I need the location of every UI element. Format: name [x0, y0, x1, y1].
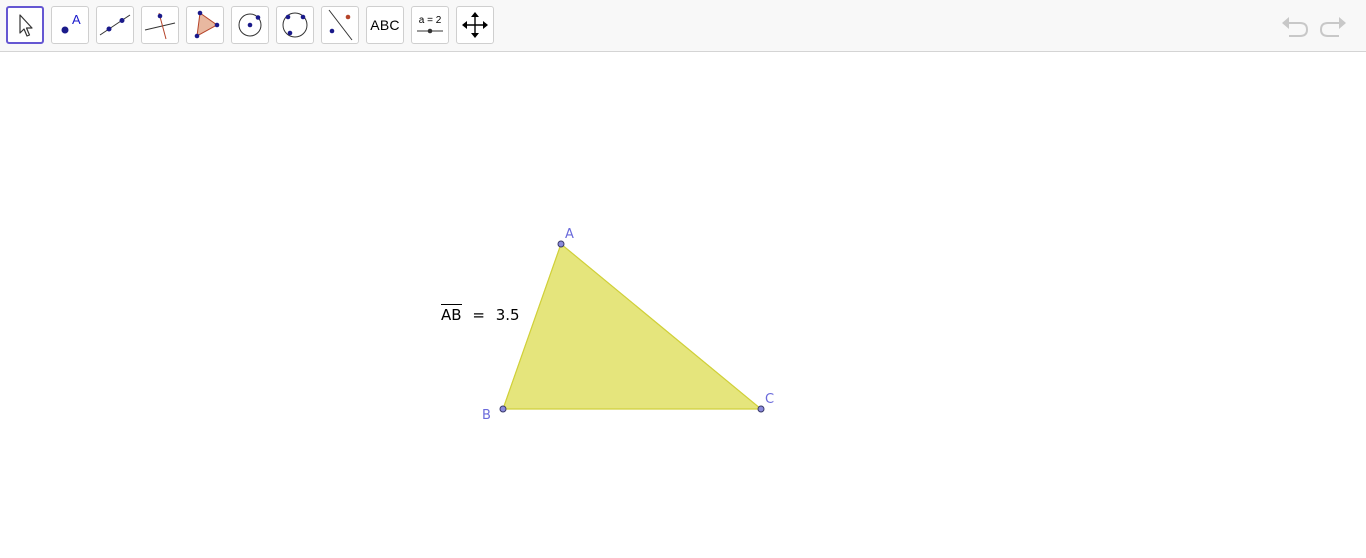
- toolbar: A ABC a = 2: [0, 0, 1366, 52]
- point-c[interactable]: [757, 405, 765, 413]
- triangle-polygon[interactable]: [502, 242, 763, 410]
- undo-icon: [1282, 17, 1309, 37]
- move-graphics-view-icon: [462, 12, 488, 38]
- reflect-tool-button[interactable]: [321, 6, 359, 44]
- graphics-view[interactable]: A B C: [0, 53, 1366, 558]
- segment-name: AB: [441, 304, 462, 324]
- slider-tool-button[interactable]: a = 2: [411, 6, 449, 44]
- segment-length-text[interactable]: AB = 3.5: [441, 304, 520, 324]
- perpendicular-line-icon: [144, 12, 176, 40]
- segment-length-value: 3.5: [495, 306, 520, 324]
- point-icon: A: [61, 12, 81, 34]
- circle-three-points-tool-button[interactable]: [276, 6, 314, 44]
- redo-button[interactable]: [1318, 12, 1348, 40]
- point-a[interactable]: [557, 240, 565, 248]
- point-b[interactable]: [499, 405, 507, 413]
- point-c-label: C: [765, 392, 774, 407]
- line-tool-button[interactable]: [96, 6, 134, 44]
- point-a-label: A: [565, 227, 574, 242]
- slider-tool-label: a = 2: [419, 15, 442, 26]
- undo-button[interactable]: [1280, 12, 1310, 40]
- move-tool-button[interactable]: [6, 6, 44, 44]
- point-tool-button[interactable]: A: [51, 6, 89, 44]
- graphics-svg[interactable]: A B C: [0, 53, 1366, 558]
- line-through-points-icon: [99, 14, 131, 36]
- reflect-about-line-icon: [328, 9, 353, 41]
- move-view-tool-button[interactable]: [456, 6, 494, 44]
- cursor-arrow-icon: [19, 14, 33, 37]
- polygon-tool-button[interactable]: [186, 6, 224, 44]
- circle-center-point-icon: [238, 13, 262, 37]
- text-tool-button[interactable]: ABC: [366, 6, 404, 44]
- polygon-icon: [194, 10, 220, 39]
- slider-icon: a = 2: [417, 15, 443, 34]
- perpendicular-tool-button[interactable]: [141, 6, 179, 44]
- equals-sign: =: [472, 306, 485, 324]
- text-icon: ABC: [370, 17, 400, 33]
- circle-three-points-icon: [282, 12, 308, 38]
- point-tool-label: A: [72, 12, 81, 27]
- redo-icon: [1319, 17, 1346, 37]
- circle-tool-button[interactable]: [231, 6, 269, 44]
- point-b-label: B: [482, 408, 491, 423]
